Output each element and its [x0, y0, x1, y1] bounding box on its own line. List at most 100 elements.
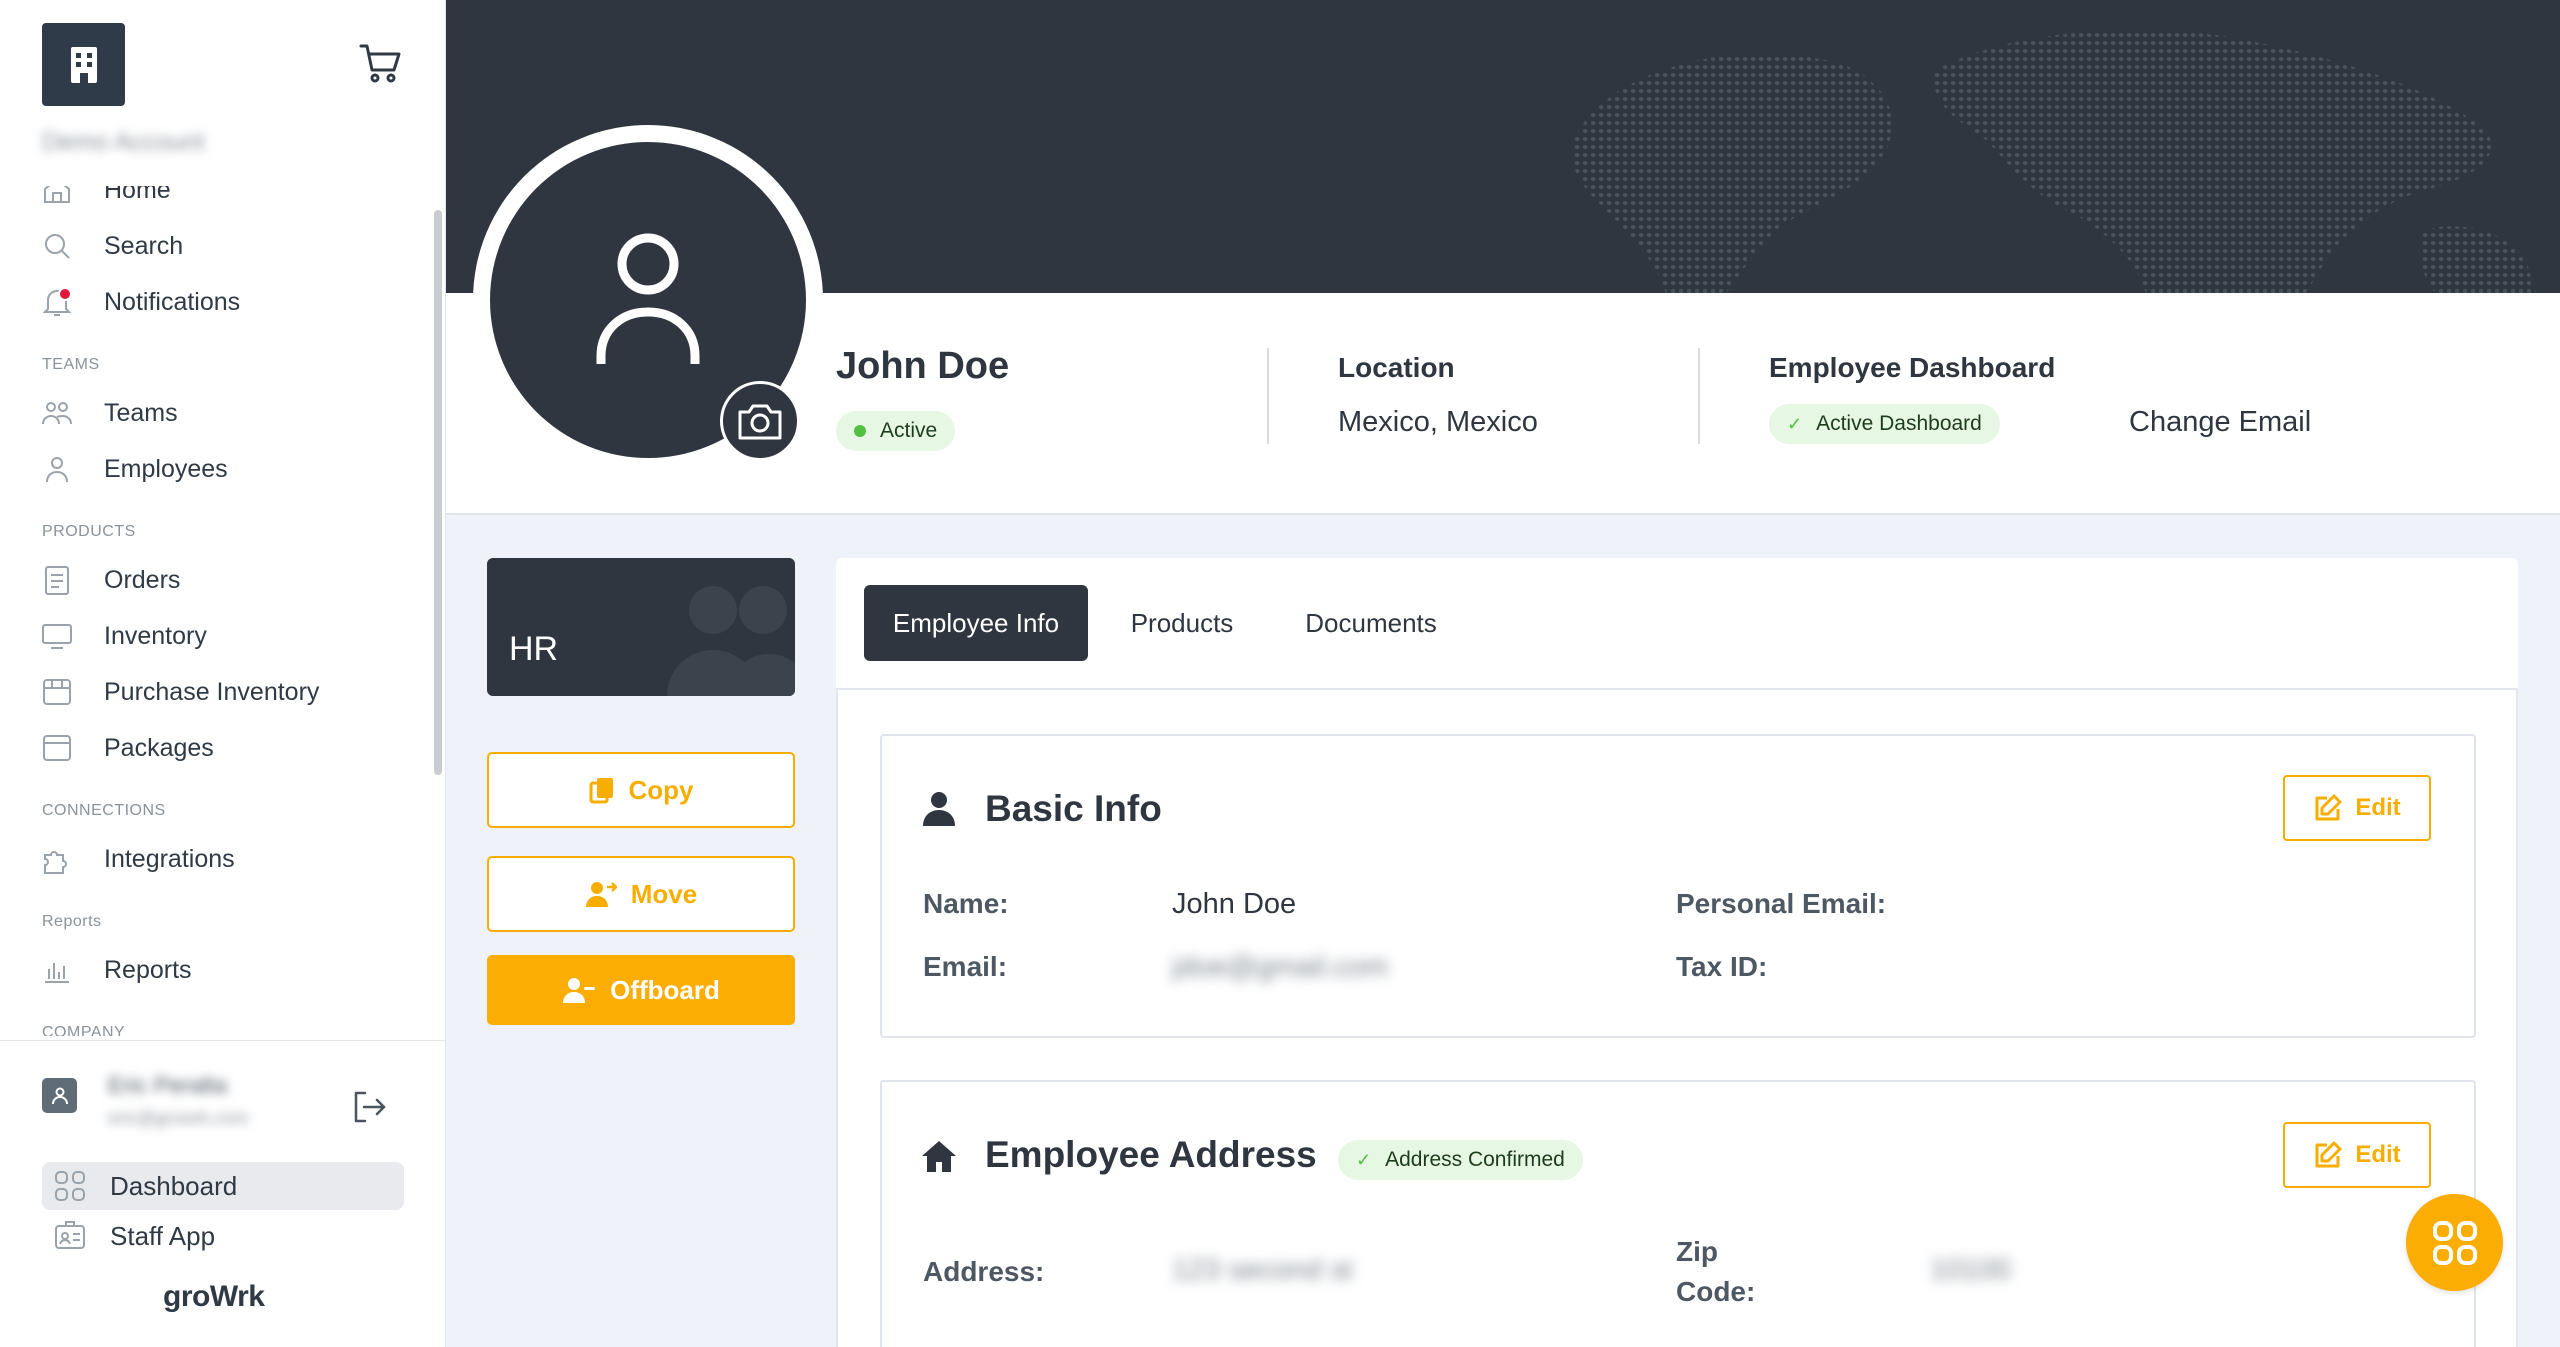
edit-icon — [2313, 1140, 2343, 1170]
monitor-icon — [40, 619, 74, 653]
puzzle-icon — [40, 842, 74, 876]
edit-icon — [2313, 793, 2343, 823]
store-icon — [40, 675, 74, 709]
sidebar-item-label: Purchase Inventory — [104, 677, 320, 706]
header-divider — [1698, 348, 1700, 444]
team-name: HR — [509, 630, 559, 668]
copy-icon — [589, 776, 615, 804]
location-label: Location — [1338, 352, 1455, 383]
sidebar-item-inventory[interactable]: Inventory — [40, 614, 207, 658]
building-icon — [70, 46, 97, 83]
user-icon — [40, 452, 74, 486]
user-icon — [919, 789, 959, 829]
copy-button[interactable]: Copy — [487, 752, 795, 828]
bar-chart-icon — [40, 953, 74, 987]
move-label: Move — [630, 878, 698, 909]
edit-address-button[interactable]: Edit — [2283, 1122, 2431, 1188]
sidebar-item-label: Search — [104, 231, 184, 260]
team-card[interactable]: HR — [487, 558, 795, 696]
sidebar-item-label: Reports — [104, 955, 192, 984]
sidebar-item-employees[interactable]: Employees — [40, 447, 228, 491]
tab-employee-info[interactable]: Employee Info — [864, 585, 1088, 661]
tax-id-label: Tax ID: — [1676, 951, 1768, 982]
sidebar-item-label: Orders — [104, 565, 181, 594]
sidebar-scrollbar[interactable] — [434, 210, 442, 775]
sidebar-item-label: Employees — [104, 454, 228, 483]
team-decoration-icon — [667, 586, 795, 696]
nav-section-company: COMPANY — [42, 1024, 126, 1036]
email-label: Email: — [923, 951, 1008, 982]
package-icon — [40, 731, 74, 765]
logout-icon — [354, 1091, 386, 1123]
zip-value: 10100 — [1930, 1254, 2011, 1286]
sidebar-item-label: Staff App — [110, 1220, 216, 1251]
personal-email-label: Personal Email: — [1676, 888, 1887, 919]
move-button[interactable]: Move — [487, 856, 795, 932]
zip-label-line-1: Zip — [1676, 1236, 1718, 1267]
sidebar-item-packages[interactable]: Packages — [40, 726, 214, 770]
sidebar-item-staff-app[interactable]: Staff App — [42, 1212, 404, 1260]
camera-icon — [738, 404, 782, 440]
account-name: Demo Account — [42, 128, 205, 156]
offboard-button[interactable]: Offboard — [487, 955, 795, 1025]
check-icon: ✓ — [1356, 1149, 1372, 1170]
address-value: 123 second st — [1172, 1254, 1353, 1286]
grid-icon — [50, 1166, 90, 1206]
sidebar-item-notifications[interactable]: Notifications — [40, 280, 240, 324]
change-email-link[interactable]: Change Email — [2129, 406, 2311, 439]
copy-label: Copy — [628, 774, 694, 805]
sidebar-item-purchase-inventory[interactable]: Purchase Inventory — [40, 670, 319, 714]
address-confirmed-badge: ✓ Address Confirmed — [1338, 1140, 1583, 1180]
sidebar-item-home[interactable]: Home — [40, 186, 171, 212]
tab-documents[interactable]: Documents — [1288, 585, 1454, 661]
sidebar-item-label: Dashboard — [110, 1170, 238, 1201]
employee-name: John Doe — [836, 345, 1010, 387]
edit-label: Edit — [2355, 1141, 2401, 1168]
address-confirmed-text: Address Confirmed — [1385, 1148, 1565, 1171]
sidebar-item-label: Home — [104, 186, 171, 204]
grid-icon — [2432, 1220, 2477, 1265]
edit-basic-info-button[interactable]: Edit — [2283, 775, 2431, 841]
apps-fab-button[interactable] — [2406, 1194, 2503, 1291]
location-value: Mexico, Mexico — [1338, 406, 1538, 438]
check-icon: ✓ — [1787, 413, 1803, 434]
sidebar-item-label: Integrations — [104, 844, 235, 873]
search-icon — [40, 229, 74, 263]
sidebar-item-integrations[interactable]: Integrations — [40, 837, 235, 881]
sidebar-item-orders[interactable]: Orders — [40, 558, 180, 602]
nav-section-reports: Reports — [42, 913, 102, 930]
bell-icon — [40, 285, 74, 319]
sidebar-item-dashboard[interactable]: Dashboard — [42, 1162, 404, 1210]
dashboard-status-badge: ✓ Active Dashboard — [1769, 404, 2000, 444]
status-badge: Active — [836, 411, 956, 451]
sidebar-item-label: Inventory — [104, 621, 207, 650]
sidebar-item-reports[interactable]: Reports — [40, 948, 192, 992]
user-icon — [51, 1087, 68, 1104]
cart-button[interactable] — [358, 40, 404, 86]
status-text: Active — [880, 419, 938, 442]
user-icon — [596, 233, 700, 364]
sidebar-item-label: Packages — [104, 733, 214, 762]
change-photo-button[interactable] — [720, 381, 800, 461]
basic-info-title: Basic Info — [985, 788, 1162, 829]
nav-section-teams: TEAMS — [42, 356, 100, 373]
sidebar-item-teams[interactable]: Teams — [40, 391, 178, 435]
tab-products[interactable]: Products — [1108, 585, 1256, 661]
name-label: Name: — [923, 888, 1009, 919]
dashboard-status-text: Active Dashboard — [1816, 412, 1982, 435]
user-avatar[interactable] — [42, 1078, 77, 1113]
user-email: eric@growrk.com — [108, 1108, 249, 1128]
home-icon — [40, 186, 74, 207]
user-move-icon — [585, 880, 617, 908]
sidebar-item-label: Teams — [104, 398, 178, 427]
employee-address-title: Employee Address — [985, 1134, 1317, 1175]
clipboard-icon — [40, 563, 74, 597]
nav-section-connections: CONNECTIONS — [42, 802, 166, 819]
user-minus-icon — [562, 976, 596, 1004]
nav-section-products: PRODUCTS — [42, 523, 136, 540]
company-logo[interactable] — [42, 23, 125, 106]
logout-button[interactable] — [350, 1088, 388, 1126]
sidebar-item-search[interactable]: Search — [40, 224, 183, 268]
teams-icon — [40, 396, 74, 430]
tabs-bar — [836, 558, 2518, 690]
